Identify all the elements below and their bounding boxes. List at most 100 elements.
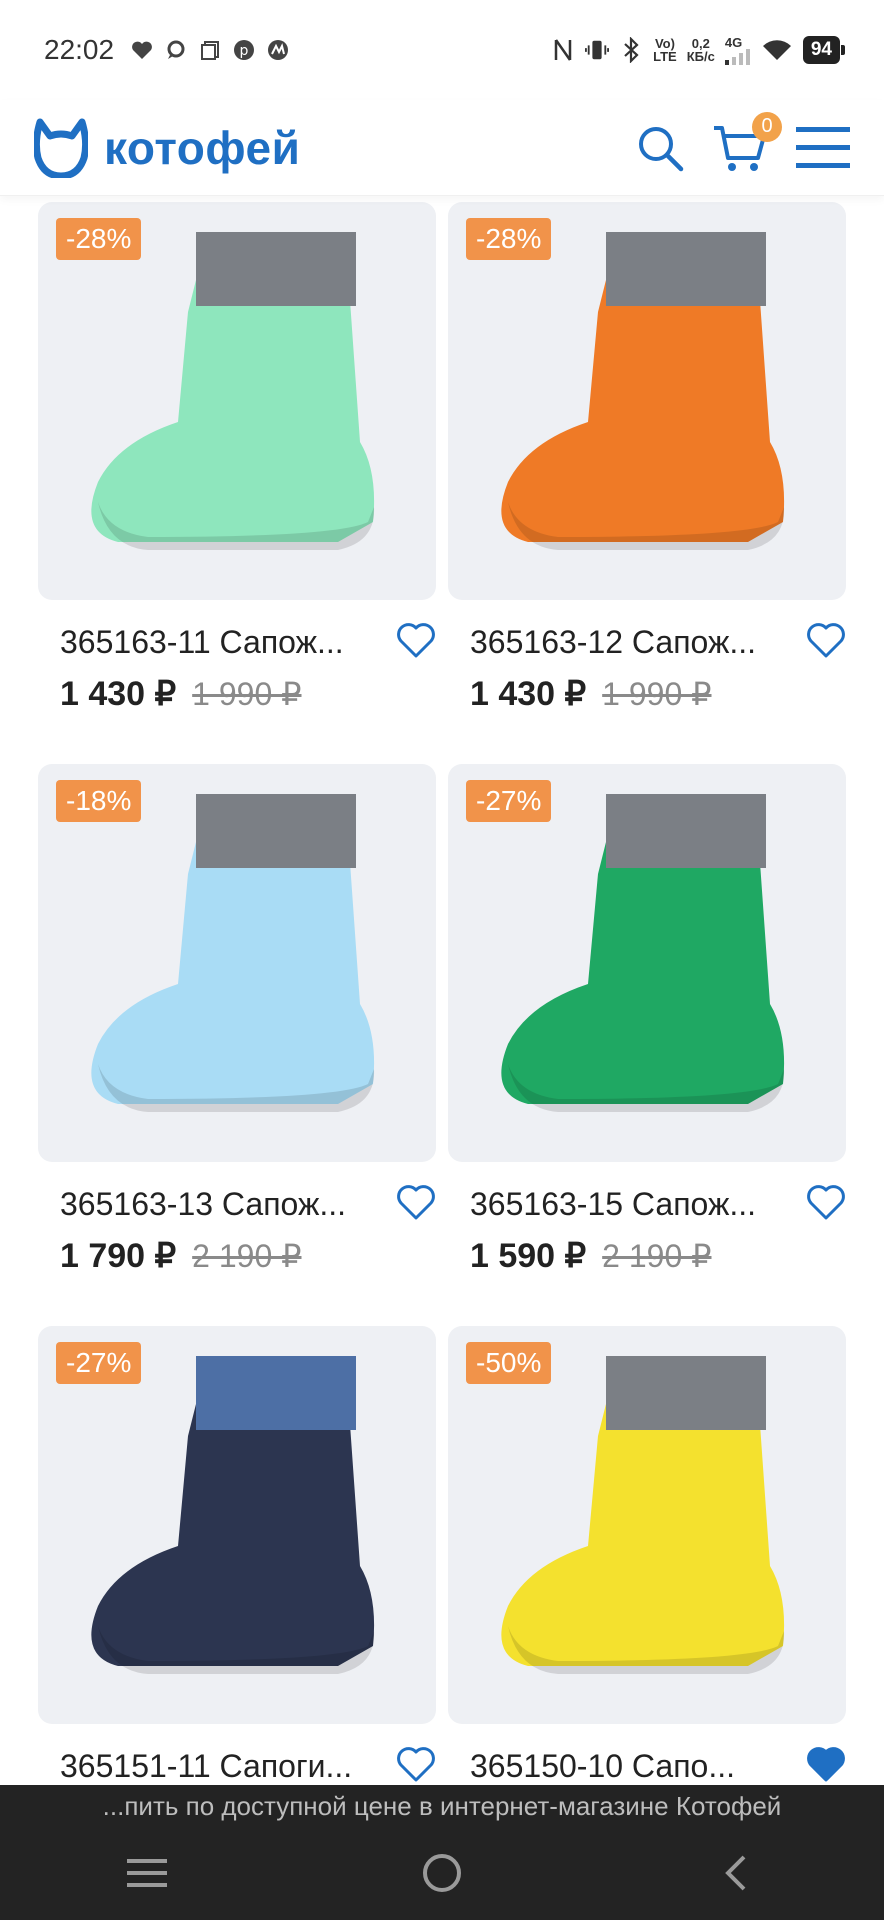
product-title[interactable]: 365163-15 Сапож... bbox=[470, 1186, 790, 1223]
product-title-row: 365163-11 Сапож... bbox=[38, 622, 436, 662]
price-row: 1 430 ₽ 1 990 ₽ bbox=[448, 674, 846, 714]
volte-bottom-label: LTE bbox=[653, 49, 677, 64]
product-title-row: 365151-11 Сапоги... bbox=[38, 1746, 436, 1786]
product-title-row: 365163-12 Сапож... bbox=[448, 622, 846, 662]
old-price: 1 990 ₽ bbox=[192, 676, 302, 712]
price-row: 1 590 ₽ 2 190 ₽ bbox=[448, 1236, 846, 1276]
boot-cuff bbox=[606, 794, 766, 868]
boot-image bbox=[91, 1356, 375, 1674]
product-card[interactable]: -28% 365163-11 Сапож... 1 430 ₽ 1 990 ₽ bbox=[38, 202, 436, 714]
favorite-heart-icon[interactable] bbox=[806, 1184, 846, 1224]
header-actions: 0 bbox=[636, 111, 850, 176]
status-bar: 22:02 p Vo) LTE 0,2 КБ/с 4G 94 bbox=[0, 0, 884, 100]
favorite-heart-icon[interactable] bbox=[806, 1746, 846, 1786]
menu-lines-icon bbox=[127, 1858, 168, 1887]
product-image[interactable]: -27% bbox=[448, 764, 846, 1162]
product-title[interactable]: 365151-11 Сапоги... bbox=[60, 1748, 380, 1785]
boot-cuff bbox=[196, 794, 356, 868]
volte-indicator: Vo) LTE bbox=[653, 37, 677, 63]
discount-badge: -27% bbox=[466, 780, 552, 822]
old-price: 1 990 ₽ bbox=[602, 676, 712, 712]
product-title[interactable]: 365163-12 Сапож... bbox=[470, 624, 790, 661]
pinterest-notification-icon: p bbox=[232, 38, 256, 62]
favorite-heart-icon[interactable] bbox=[396, 1184, 436, 1224]
discount-badge: -28% bbox=[56, 218, 142, 260]
product-title-row: 365163-13 Сапож... bbox=[38, 1184, 436, 1224]
recent-apps-button[interactable] bbox=[117, 1843, 177, 1903]
price-row: 1 790 ₽ 2 190 ₽ bbox=[38, 1236, 436, 1276]
speed-indicator: 0,2 КБ/с bbox=[687, 37, 715, 63]
search-icon[interactable] bbox=[636, 124, 684, 172]
boot-image bbox=[501, 794, 785, 1112]
product-title-row: 365163-15 Сапож... bbox=[448, 1184, 846, 1224]
product-card[interactable]: -28% 365163-12 Сапож... 1 430 ₽ 1 990 ₽ bbox=[448, 202, 846, 714]
back-button[interactable] bbox=[707, 1843, 767, 1903]
price-row: 1 430 ₽ 1 990 ₽ bbox=[38, 674, 436, 714]
boot-cuff bbox=[196, 1356, 356, 1430]
home-circle-icon bbox=[422, 1853, 461, 1892]
page-caption: ...пить по доступной цене в интернет-маг… bbox=[102, 1791, 782, 1821]
favorite-heart-icon[interactable] bbox=[396, 1746, 436, 1786]
bottom-bar: ...пить по доступной цене в интернет-маг… bbox=[0, 1785, 884, 1920]
current-price: 1 790 ₽ bbox=[60, 1237, 177, 1275]
copy-notification-icon bbox=[198, 38, 222, 62]
boot-shape bbox=[501, 1396, 785, 1666]
product-title[interactable]: 365150-10 Сапо... bbox=[470, 1748, 790, 1785]
product-image[interactable]: -50% bbox=[448, 1326, 846, 1724]
cat-logo-icon bbox=[34, 118, 88, 178]
discount-badge: -27% bbox=[56, 1342, 142, 1384]
product-image[interactable]: -28% bbox=[38, 202, 436, 600]
current-price: 1 430 ₽ bbox=[470, 675, 587, 713]
product-title[interactable]: 365163-11 Сапож... bbox=[60, 624, 380, 661]
old-price: 2 190 ₽ bbox=[192, 1238, 302, 1274]
logo[interactable]: котофей bbox=[34, 118, 300, 178]
cell-signal: 4G bbox=[724, 34, 751, 65]
boot-cuff bbox=[606, 1356, 766, 1430]
menu-icon[interactable] bbox=[796, 125, 850, 171]
boot-shape bbox=[91, 1396, 375, 1666]
product-card[interactable]: -50% 365150-10 Сапо... bbox=[448, 1326, 846, 1786]
product-image[interactable]: -28% bbox=[448, 202, 846, 600]
boot-shape bbox=[501, 834, 785, 1104]
product-card[interactable]: -27% 365163-15 Сапож... 1 590 ₽ 2 190 ₽ bbox=[448, 764, 846, 1276]
heart-notification-icon bbox=[130, 38, 154, 62]
product-card[interactable]: -18% 365163-13 Сапож... 1 790 ₽ 2 190 ₽ bbox=[38, 764, 436, 1276]
discount-badge: -50% bbox=[466, 1342, 552, 1384]
home-button[interactable] bbox=[412, 1843, 472, 1903]
old-price: 2 190 ₽ bbox=[602, 1238, 712, 1274]
boot-shape bbox=[91, 272, 375, 542]
boot-cuff bbox=[196, 232, 356, 306]
system-nav bbox=[0, 1825, 884, 1920]
product-title[interactable]: 365163-13 Сапож... bbox=[60, 1186, 380, 1223]
signal-bars-icon bbox=[724, 48, 750, 65]
boot-image bbox=[501, 232, 785, 550]
discount-badge: -18% bbox=[56, 780, 142, 822]
product-card[interactable]: -27% 365151-11 Сапоги... bbox=[38, 1326, 436, 1786]
nfc-icon bbox=[551, 38, 575, 62]
product-image[interactable]: -27% bbox=[38, 1326, 436, 1724]
screen: 22:02 p Vo) LTE 0,2 КБ/с 4G 94 котофей 0… bbox=[0, 0, 884, 1920]
status-right: Vo) LTE 0,2 КБ/с 4G 94 bbox=[551, 34, 846, 65]
vibrate-icon bbox=[585, 38, 610, 62]
wifi-icon bbox=[761, 38, 793, 62]
status-left: 22:02 p bbox=[44, 34, 290, 66]
product-image[interactable]: -18% bbox=[38, 764, 436, 1162]
favorite-heart-icon[interactable] bbox=[396, 622, 436, 662]
back-arrow-icon bbox=[724, 1855, 746, 1890]
status-time: 22:02 bbox=[44, 34, 115, 65]
boot-image bbox=[91, 794, 375, 1112]
speed-unit: КБ/с bbox=[686, 49, 715, 64]
app-header: котофей 0 bbox=[0, 100, 884, 196]
current-price: 1 590 ₽ bbox=[470, 1237, 587, 1275]
product-title-row: 365150-10 Сапо... bbox=[448, 1746, 846, 1786]
signal-type-label: 4G bbox=[724, 34, 743, 50]
app-notification-icon bbox=[266, 38, 290, 62]
cart-button[interactable]: 0 bbox=[712, 111, 782, 176]
boot-shape bbox=[501, 272, 785, 542]
boot-image bbox=[501, 1356, 785, 1674]
chat-notification-icon bbox=[164, 38, 188, 62]
boot-cuff bbox=[606, 232, 766, 306]
battery-indicator: 94 bbox=[802, 36, 846, 64]
favorite-heart-icon[interactable] bbox=[806, 622, 846, 662]
svg-text:p: p bbox=[240, 43, 249, 59]
